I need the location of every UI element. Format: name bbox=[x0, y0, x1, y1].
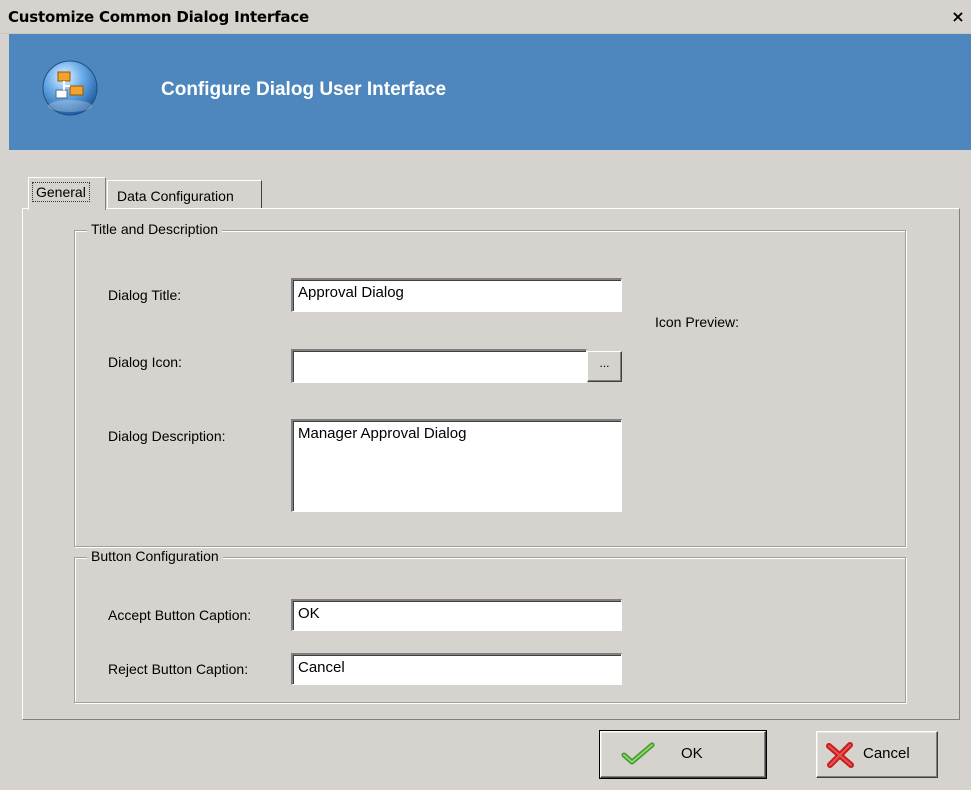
browse-icon-button[interactable]: ... bbox=[587, 351, 622, 382]
dialog-description-input[interactable]: Manager Approval Dialog bbox=[291, 419, 622, 512]
icon-preview-label: Icon Preview: bbox=[655, 314, 740, 330]
title-description-group: Title and Description Dialog Title: Appr… bbox=[74, 221, 906, 547]
reject-caption-input[interactable]: Cancel bbox=[291, 653, 622, 685]
tab-data-configuration[interactable]: Data Configuration bbox=[107, 180, 262, 208]
checkmark-icon bbox=[621, 742, 655, 770]
red-x-icon bbox=[825, 741, 855, 773]
title-bar: Customize Common Dialog Interface × bbox=[0, 0, 971, 34]
ok-button-label: OK bbox=[681, 745, 703, 762]
ok-button[interactable]: OK bbox=[599, 730, 767, 779]
dialog-icon-input[interactable] bbox=[291, 349, 587, 383]
header-banner: Configure Dialog User Interface bbox=[9, 34, 971, 150]
tab-data-configuration-label: Data Configuration bbox=[117, 188, 234, 204]
tab-panel-general: Title and Description Dialog Title: Appr… bbox=[22, 208, 960, 720]
dialog-title-input[interactable]: Approval Dialog bbox=[291, 278, 622, 312]
dialog-icon-label: Dialog Icon: bbox=[108, 354, 182, 370]
banner-title: Configure Dialog User Interface bbox=[161, 79, 447, 100]
accept-caption-label: Accept Button Caption: bbox=[108, 607, 252, 623]
dialog-title-label: Dialog Title: bbox=[108, 287, 182, 303]
cancel-button[interactable]: Cancel bbox=[816, 731, 938, 778]
window-title: Customize Common Dialog Interface bbox=[8, 8, 310, 26]
dialog-description-label: Dialog Description: bbox=[108, 428, 226, 444]
tab-general-label: General bbox=[32, 182, 90, 202]
close-icon[interactable]: × bbox=[949, 8, 967, 26]
accept-caption-input[interactable]: OK bbox=[291, 599, 622, 631]
dialog-window: Customize Common Dialog Interface × Conf… bbox=[0, 0, 971, 790]
tab-general[interactable]: General bbox=[28, 177, 106, 210]
dialog-config-icon bbox=[40, 58, 100, 118]
button-configuration-group: Button Configuration Accept Button Capti… bbox=[74, 548, 906, 703]
button-configuration-group-title: Button Configuration bbox=[87, 548, 223, 564]
cancel-button-label: Cancel bbox=[863, 745, 910, 762]
title-description-group-title: Title and Description bbox=[87, 221, 223, 237]
reject-caption-label: Reject Button Caption: bbox=[108, 661, 249, 677]
